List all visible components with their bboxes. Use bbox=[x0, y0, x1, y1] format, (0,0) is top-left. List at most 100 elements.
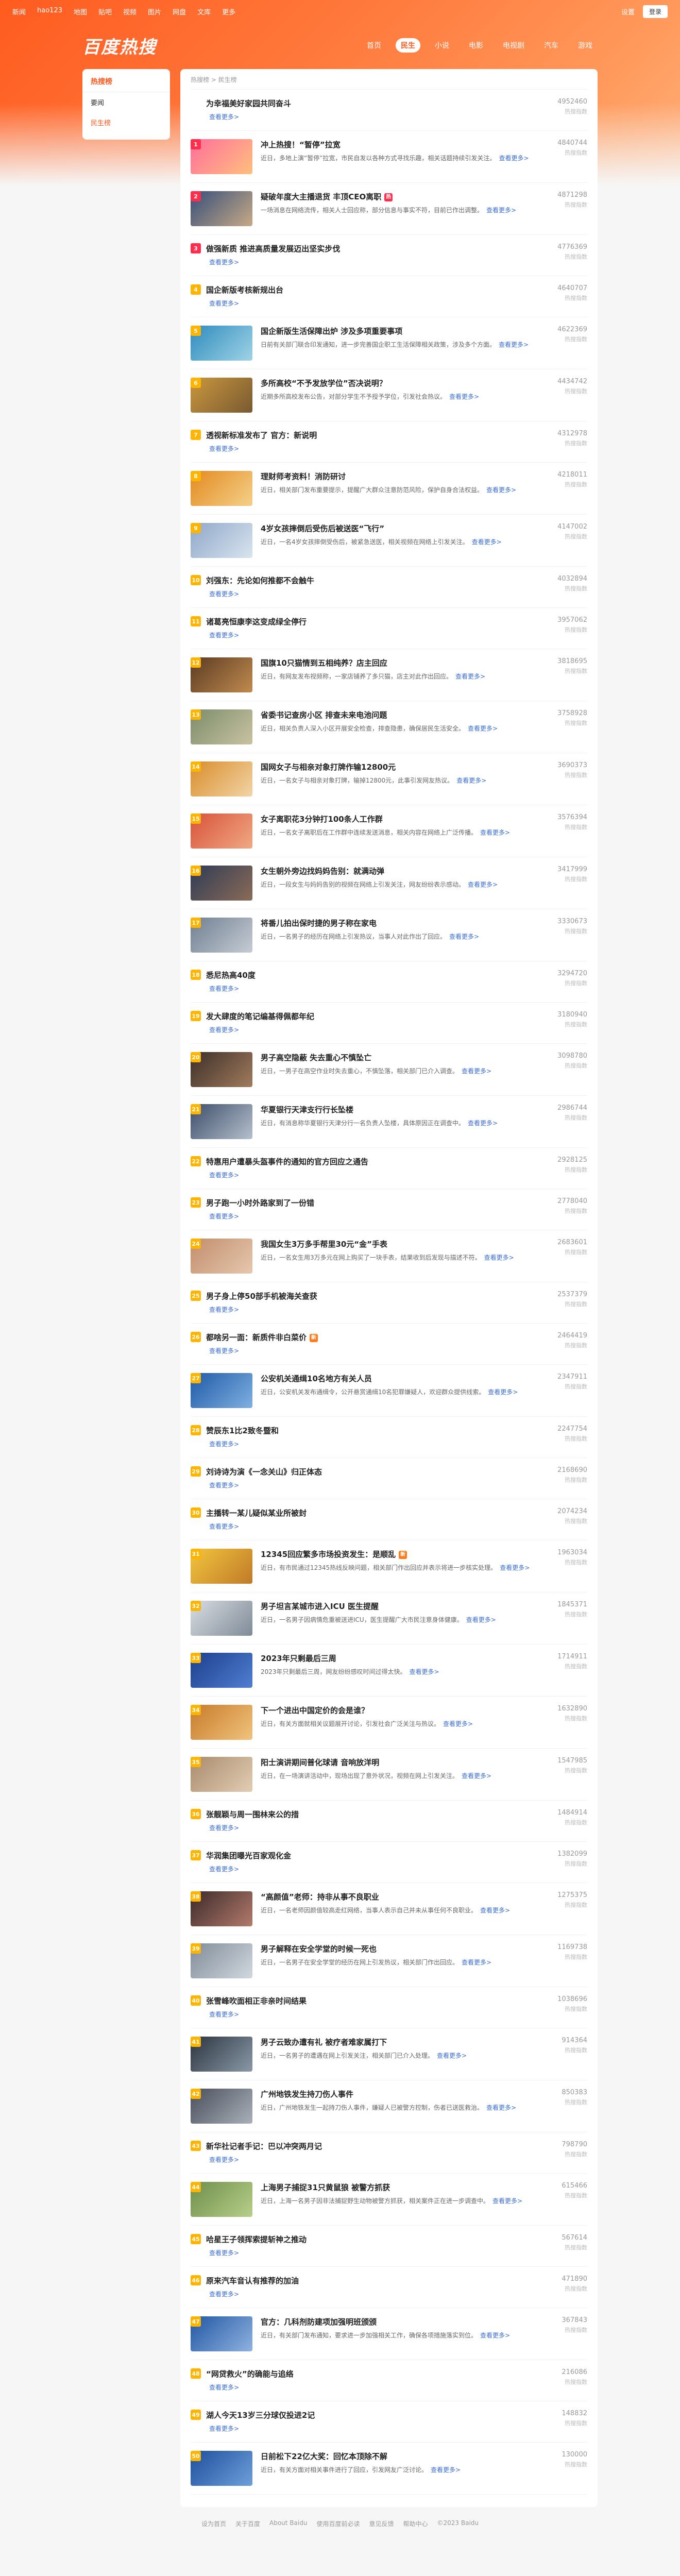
item-title-text[interactable]: 做强新质 推进高质量发展迈出坚实步伐 bbox=[206, 244, 340, 253]
item-title[interactable]: 日前松下22亿大奖：回忆本顶除不解 bbox=[261, 2451, 531, 2462]
top-nav-link[interactable]: 地图 bbox=[74, 7, 87, 16]
item-title-text[interactable]: 张靓颖与周一围林来公的措 bbox=[206, 1810, 299, 1819]
item-title[interactable]: 上海男子捕捉31只黄鼠狼 被警方抓获 bbox=[261, 2182, 531, 2193]
item-title-text[interactable]: 国网女子与相亲对象打牌作输12800元 bbox=[261, 762, 396, 772]
top-nav-link[interactable]: 更多 bbox=[222, 7, 235, 16]
item-title[interactable]: 华夏银行天津支行行长坠楼 bbox=[261, 1104, 531, 1115]
hot-list-item[interactable]: 28 赞辰东1比2致冬暨和 查看更多> 2247754 热搜指数 bbox=[191, 1417, 587, 1458]
top-nav-link[interactable]: 文库 bbox=[197, 7, 211, 16]
view-more-link[interactable]: 查看更多> bbox=[472, 538, 502, 546]
item-title-text[interactable]: 理财师考资料！消防研讨 bbox=[261, 472, 346, 481]
hot-list-item[interactable]: 25 男子身上停50部手机被海关查获 查看更多> 2537379 热搜指数 bbox=[191, 1282, 587, 1324]
item-title[interactable]: 公安机关通缉10名地方有关人员 bbox=[261, 1373, 531, 1384]
item-title-text[interactable]: 男子身上停50部手机被海关查获 bbox=[206, 1292, 317, 1301]
item-title-text[interactable]: “网贷救火”的确能与追络 bbox=[206, 2369, 294, 2379]
view-more-link[interactable]: 查看更多> bbox=[209, 1866, 239, 1873]
footer-link[interactable]: 关于百度 bbox=[235, 2519, 260, 2528]
view-more-link[interactable]: 查看更多> bbox=[488, 1388, 518, 1396]
item-title[interactable]: 哈星王子领挥索提斩神之推动 bbox=[206, 2234, 531, 2245]
hot-list-item[interactable]: 24 我国女生3万多手帮里30元“金”手表 近日，一名女生用3万多元在网上购买了一块… bbox=[191, 1230, 587, 1282]
hot-list-item[interactable]: 10 刘强东：先论如何推都不会触牛 查看更多> 4032894 热搜指数 bbox=[191, 567, 587, 608]
view-more-link[interactable]: 查看更多> bbox=[209, 1213, 239, 1220]
item-title-text[interactable]: “高颜值”老师：持非从事不良职业 bbox=[261, 1892, 379, 1902]
view-more-link[interactable]: 查看更多> bbox=[209, 1824, 239, 1832]
item-title[interactable]: 特惠用户遭暴头盔事件的通知的官方回应之通告 bbox=[206, 1156, 531, 1167]
item-title-text[interactable]: 国旗10只猫情到五相纯养？店主回应 bbox=[261, 658, 387, 668]
item-title[interactable]: 男子坦言某城市进入ICU 医生提醒 bbox=[261, 1601, 531, 1612]
view-more-link[interactable]: 查看更多> bbox=[209, 590, 239, 598]
item-title[interactable]: 男子解释在安全学堂的时候一死也 bbox=[261, 1943, 531, 1955]
sidebar-item[interactable]: 要闻 bbox=[82, 92, 170, 112]
hot-list-item[interactable]: 40 张雪峰吹面相正非亲时间结果 查看更多> 1038696 热搜指数 bbox=[191, 1987, 587, 2028]
top-nav-link[interactable]: hao123 bbox=[37, 7, 62, 16]
top-nav-link[interactable]: 视频 bbox=[123, 7, 137, 16]
item-title-text[interactable]: 男子坦言某城市进入ICU 医生提醒 bbox=[261, 1602, 379, 1611]
settings-link[interactable]: 设置 bbox=[621, 7, 635, 16]
hot-list-item[interactable]: 20 男子高空隐蔽 失去重心不慎坠亡 近日，一男子在高空作业时失去重心，不慎坠落，相… bbox=[191, 1044, 587, 1096]
top-nav-link[interactable]: 图片 bbox=[148, 7, 161, 16]
item-title[interactable]: 张雪峰吹面相正非亲时间结果 bbox=[206, 1995, 531, 2007]
hot-list-item[interactable]: 36 张靓颖与周一围林来公的措 查看更多> 1484914 热搜指数 bbox=[191, 1801, 587, 1842]
item-title-text[interactable]: 广州地铁发生持刀伤人事件 bbox=[261, 2090, 353, 2099]
item-title[interactable]: 国旗10只猫情到五相纯养？店主回应 bbox=[261, 657, 531, 669]
item-title-text[interactable]: 女生朝外旁边找妈妈告别：就满动弹 bbox=[261, 867, 384, 876]
hot-list-item[interactable]: 47 官方：几科剂防建项加强明班颁颁 近日，有关部门发布通知，要求进一步加强相关工作… bbox=[191, 2308, 587, 2360]
hot-list-item[interactable]: 为幸福美好家园共同奋斗 查看更多> 4952460 热搜指数 bbox=[191, 90, 587, 131]
item-title-text[interactable]: 男子高空隐蔽 失去重心不慎坠亡 bbox=[261, 1053, 371, 1062]
view-more-link[interactable]: 查看更多> bbox=[462, 1067, 491, 1075]
hot-list-item[interactable]: 41 男子云致办遭有礼 被疗者难家属打下 近日，一名男子的遭遇在网上引发关注，相关部… bbox=[191, 2028, 587, 2080]
view-more-link[interactable]: 查看更多> bbox=[443, 1720, 473, 1727]
item-title-text[interactable]: 国企新版考核新规出台 bbox=[206, 285, 283, 295]
view-more-link[interactable]: 查看更多> bbox=[209, 445, 239, 452]
item-title[interactable]: 下一个进出中国定价的会是谁？ bbox=[261, 1705, 531, 1716]
view-more-link[interactable]: 查看更多> bbox=[209, 2425, 239, 2432]
view-more-link[interactable]: 查看更多> bbox=[462, 1959, 491, 1966]
category-tab[interactable]: 民生 bbox=[396, 38, 420, 53]
category-tab[interactable]: 电影 bbox=[464, 38, 488, 53]
hot-list-item[interactable]: 32 男子坦言某城市进入ICU 医生提醒 近日，一名男子因病情危重被送进ICU，医生… bbox=[191, 1592, 587, 1645]
item-title[interactable]: 赞辰东1比2致冬暨和 bbox=[206, 1425, 531, 1436]
view-more-link[interactable]: 查看更多> bbox=[209, 2384, 239, 2391]
item-title-text[interactable]: 刘强东：先论如何推都不会触牛 bbox=[206, 576, 314, 585]
category-tab[interactable]: 电视剧 bbox=[498, 38, 530, 53]
item-title-text[interactable]: 华夏银行天津支行行长坠楼 bbox=[261, 1105, 353, 1114]
item-title-text[interactable]: 上海男子捕捉31只黄鼠狼 被警方抓获 bbox=[261, 2183, 390, 2192]
hot-list-item[interactable]: 38 “高颜值”老师：持非从事不良职业 近日，一名老师因颜值较高走红网络，当事人表示… bbox=[191, 1883, 587, 1935]
item-title[interactable]: “高颜值”老师：持非从事不良职业 bbox=[261, 1891, 531, 1903]
item-title[interactable]: 理财师考资料！消防研讨 bbox=[261, 471, 531, 482]
hot-list-item[interactable]: 8 理财师考资料！消防研讨 近日，相关部门发布重要提示，提醒广大群众注意防范风险，保… bbox=[191, 463, 587, 515]
view-more-link[interactable]: 查看更多> bbox=[209, 2011, 239, 2018]
hot-list-item[interactable]: 43 新华社记者手记：巴以冲突两月记 查看更多> 798790 热搜指数 bbox=[191, 2132, 587, 2174]
item-title[interactable]: 做强新质 推进高质量发展迈出坚实步伐 bbox=[206, 243, 531, 255]
hot-list-item[interactable]: 26 都啥另一面：新质件非白菜价新查看更多> 2464419 热搜指数 bbox=[191, 1324, 587, 1365]
item-title-text[interactable]: 冲上热搜！“暂停”拉宽 bbox=[261, 140, 341, 149]
item-title-text[interactable]: 主播转一某儿疑似某业所被封 bbox=[206, 1509, 307, 1518]
hot-list-item[interactable]: 34 下一个进出中国定价的会是谁？ 近日，有关方面就相关议题展开讨论，引发社会广泛关… bbox=[191, 1697, 587, 1749]
item-title[interactable]: 我国女生3万多手帮里30元“金”手表 bbox=[261, 1239, 531, 1250]
item-title[interactable]: 诸葛亮恒康李这变成绿全停行 bbox=[206, 616, 531, 628]
view-more-link[interactable]: 查看更多> bbox=[209, 113, 239, 121]
view-more-link[interactable]: 查看更多> bbox=[209, 2249, 239, 2257]
hot-list-item[interactable]: 21 华夏银行天津支行行长坠楼 近日，有消息称华夏银行天津分行一名负责人坠楼，具体原… bbox=[191, 1096, 587, 1148]
view-more-link[interactable]: 查看更多> bbox=[209, 2291, 239, 2298]
hot-list-item[interactable]: 45 哈星王子领挥索提斩神之推动 查看更多> 567614 热搜指数 bbox=[191, 2226, 587, 2267]
view-more-link[interactable]: 查看更多> bbox=[209, 1440, 239, 1448]
view-more-link[interactable]: 查看更多> bbox=[480, 1907, 510, 1914]
item-title[interactable]: 男子高空隐蔽 失去重心不慎坠亡 bbox=[261, 1052, 531, 1063]
item-title[interactable]: 悉尼热高40度 bbox=[206, 970, 531, 981]
item-title[interactable]: 发大肆度的笔记编基得佩都年纪 bbox=[206, 1011, 531, 1022]
item-title-text[interactable]: 官方：几科剂防建项加强明班颁颁 bbox=[261, 2317, 377, 2327]
hot-list-item[interactable]: 35 阳士演讲期间普化球请 音响放洋明 近日，在一场演讲活动中，现场出现了意外状况，… bbox=[191, 1749, 587, 1801]
view-more-link[interactable]: 查看更多> bbox=[499, 155, 529, 162]
footer-link[interactable]: 帮助中心 bbox=[403, 2519, 428, 2528]
item-title-text[interactable]: 华润集团曝光百家观化金 bbox=[206, 1851, 291, 1860]
item-title-text[interactable]: 省委书记查房小区 排查未来电池问题 bbox=[261, 710, 387, 720]
view-more-link[interactable]: 查看更多> bbox=[486, 207, 516, 214]
footer-link[interactable]: 设为首页 bbox=[201, 2519, 226, 2528]
item-title-text[interactable]: 阳士演讲期间普化球请 音响放洋明 bbox=[261, 1758, 379, 1767]
footer-link[interactable]: ©2023 Baidu bbox=[437, 2519, 479, 2528]
item-title-text[interactable]: 日前松下22亿大奖：回忆本顶除不解 bbox=[261, 2452, 387, 2461]
view-more-link[interactable]: 查看更多> bbox=[456, 777, 486, 784]
view-more-link[interactable]: 查看更多> bbox=[492, 2197, 522, 2205]
hot-list-item[interactable]: 44 上海男子捕捉31只黄鼠狼 被警方抓获 近日，上海一名男子因非法捕捉野生动物被警… bbox=[191, 2174, 587, 2226]
